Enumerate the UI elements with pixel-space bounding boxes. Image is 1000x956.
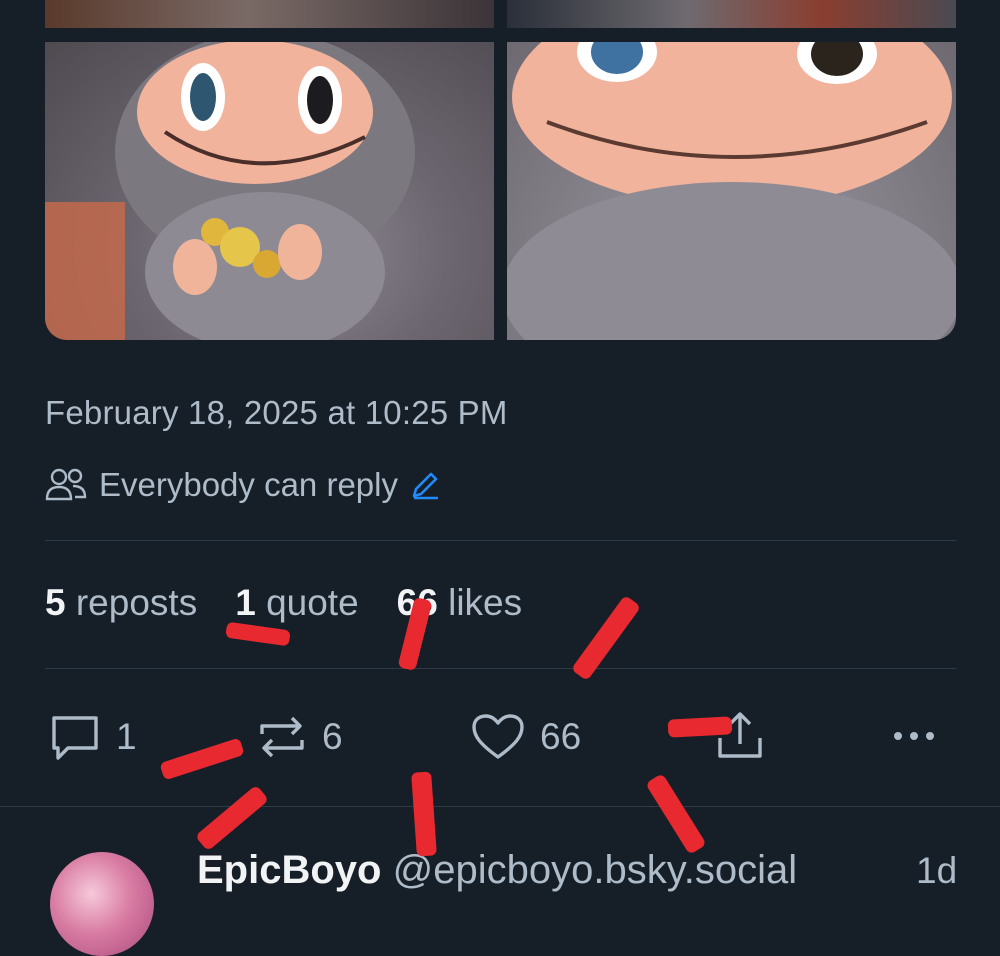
heart-icon xyxy=(472,714,524,759)
quotes-count: 1 xyxy=(235,582,256,623)
quotes-stat[interactable]: 1 quote xyxy=(235,582,358,624)
post-image-1[interactable] xyxy=(45,0,494,28)
annotation-stroke xyxy=(645,773,707,855)
post-timestamp: February 18, 2025 at 10:25 PM xyxy=(45,394,508,431)
reply-handle: @epicboyo.bsky.social xyxy=(392,848,798,892)
reply-settings-row[interactable]: Everybody can reply xyxy=(45,462,442,508)
labubu-closeup-image xyxy=(507,42,956,340)
post-stats: 5 reposts 1 quote 66 likes xyxy=(45,582,522,624)
labubu-figure-image xyxy=(45,42,415,340)
reposts-stat[interactable]: 5 reposts xyxy=(45,582,197,624)
people-icon xyxy=(45,468,87,501)
repost-button[interactable]: 6 xyxy=(256,712,343,762)
reposts-count: 5 xyxy=(45,582,66,623)
annotation-stroke xyxy=(411,771,437,857)
likes-label: likes xyxy=(448,582,523,623)
like-button[interactable]: 66 xyxy=(470,712,581,762)
annotation-stroke xyxy=(194,784,270,852)
post-image-4[interactable] xyxy=(507,42,956,340)
reply-setting-label: Everybody can reply xyxy=(99,466,398,503)
post-image-3[interactable] xyxy=(45,42,494,340)
repost-icon xyxy=(260,716,304,758)
reply-count: 1 xyxy=(116,716,137,757)
repost-count: 6 xyxy=(322,716,343,757)
more-options-button[interactable] xyxy=(890,718,940,754)
ellipsis-icon xyxy=(894,732,934,740)
reply-display-name: EpicBoyo xyxy=(197,848,382,892)
annotation-stroke xyxy=(667,716,733,738)
reposts-label: reposts xyxy=(75,582,198,623)
annotation-stroke xyxy=(159,737,245,781)
reply-age: 1d xyxy=(916,850,958,891)
reply-author[interactable]: EpicBoyo @epicboyo.bsky.social xyxy=(197,848,797,893)
edit-pencil-icon[interactable] xyxy=(408,468,442,502)
thread-separator xyxy=(0,806,1000,807)
like-count: 66 xyxy=(540,716,582,757)
divider xyxy=(45,668,956,669)
reply-bubble-icon xyxy=(52,716,98,760)
post-image-2[interactable] xyxy=(507,0,956,28)
divider xyxy=(45,540,956,541)
quotes-label: quote xyxy=(266,582,359,623)
avatar[interactable] xyxy=(50,852,154,956)
annotation-stroke xyxy=(225,621,291,647)
reply-button[interactable]: 1 xyxy=(48,712,137,762)
